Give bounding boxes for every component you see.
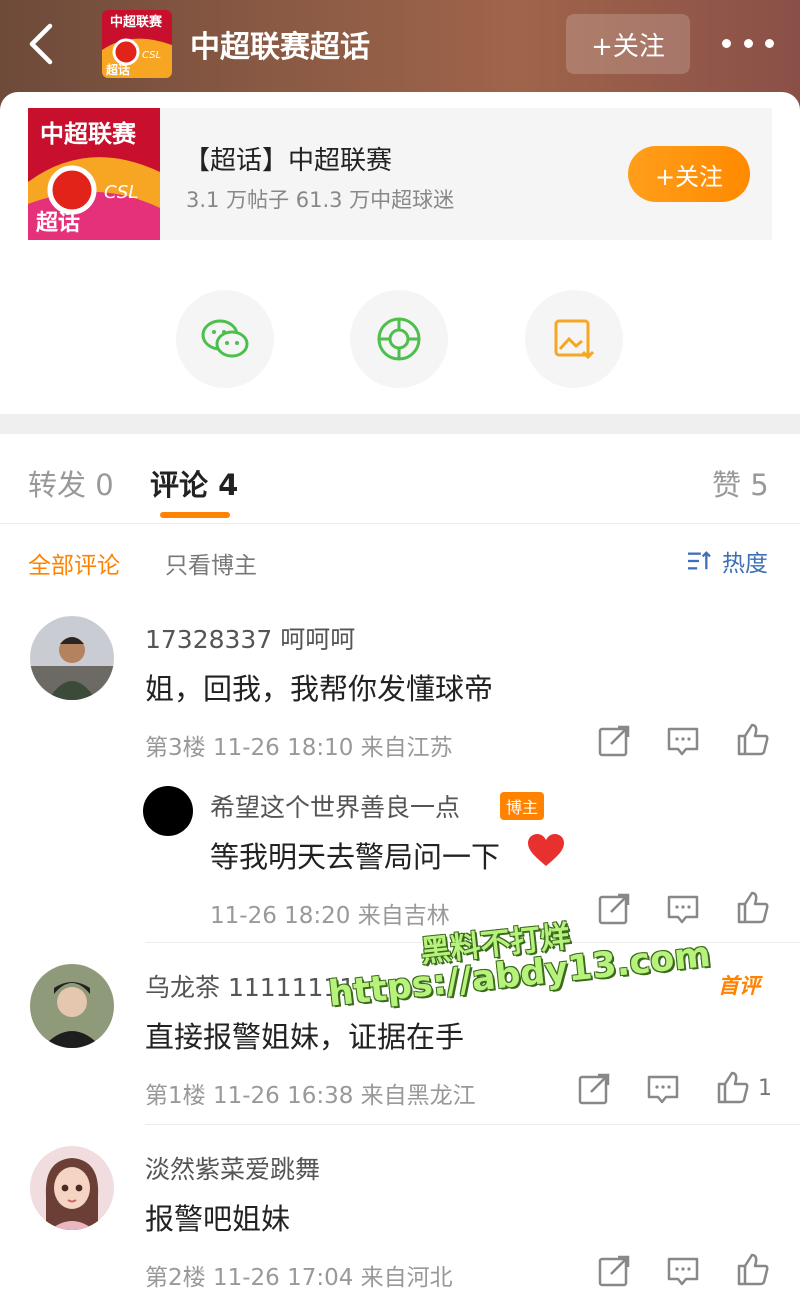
divider [145,942,800,943]
comment-username[interactable]: 乌龙茶 11111111 [145,968,355,1004]
like-icon[interactable] [736,890,770,924]
tab-likes[interactable]: 赞 5 [712,462,769,504]
logo-text: 超话 [105,62,130,77]
logo-text: CSL [142,50,161,61]
section-divider [0,414,800,434]
comment-text: 直接报警姐妹，证据在手 [145,1020,465,1054]
follow-button[interactable]: +关注 [628,146,750,202]
comment-meta: 第3楼 11-26 18:10 来自江苏 [145,735,453,761]
share-icon[interactable] [577,1072,611,1106]
logo-text: CSL [104,182,138,203]
avatar[interactable] [30,1146,114,1230]
comment-username[interactable]: 淡然紫菜爱跳舞 [145,1150,320,1186]
tab-reposts[interactable]: 转发 0 [28,462,114,504]
heart-emoji-icon [528,834,564,866]
share-icon[interactable] [597,1254,631,1288]
comment-icon[interactable] [666,892,700,926]
like-icon[interactable] [736,1252,770,1286]
first-comment-tag: 首评 [718,974,760,998]
tab-comments[interactable]: 评论 4 [150,462,238,504]
logo-text: 超话 [36,211,80,236]
like-icon[interactable] [736,722,770,756]
comment-icon[interactable] [666,724,700,758]
watermark-url: https://abdy13.com [326,934,713,1015]
comment-text: 姐，回我，我帮你发懂球帝 [145,672,494,706]
like-count: 1 [758,1076,772,1101]
comment-meta: 第1楼 11-26 16:38 来自黑龙江 [145,1083,476,1109]
topic-name: 【超话】中超联赛 [184,146,393,176]
logo-text: 中超联赛 [40,120,137,148]
filter-all-comments[interactable]: 全部评论 [28,546,120,580]
page-title: 中超联赛超话 [190,30,370,65]
share-icon[interactable] [597,724,631,758]
comment-icon[interactable] [666,1254,700,1288]
sort-by-hot[interactable]: 热度 [686,544,768,578]
reply-text: 等我明天去警局问一下 [210,840,501,874]
comment-icon[interactable] [646,1072,680,1106]
comment-username[interactable]: 17328337 呵呵呵 [145,620,355,656]
tab-active-indicator [160,512,230,518]
avatar[interactable] [143,786,193,836]
like-icon[interactable] [716,1070,750,1104]
follow-button-header[interactable]: +关注 [566,14,690,74]
wechat-icon [201,319,249,358]
back-arrow-icon[interactable] [22,22,62,66]
save-image-button[interactable] [525,290,623,388]
topic-box[interactable]: 中超联赛 CSL 超话 【超话】中超联赛 3.1 万帖子 61.3 万中超球迷 … [28,108,772,240]
owner-badge: 博主 [500,792,545,820]
reply-username[interactable]: 希望这个世界善良一点 [210,788,460,824]
logo-text: 中超联赛 [110,14,163,30]
share-moments-button[interactable] [350,290,448,388]
topic-card: 中超联赛 CSL 超话 【超话】中超联赛 3.1 万帖子 61.3 万中超球迷 … [0,92,800,414]
divider [145,1124,800,1125]
topic-stats: 3.1 万帖子 61.3 万中超球迷 [186,188,455,212]
comment-text: 报警吧姐妹 [145,1202,291,1236]
share-wechat-button[interactable] [176,290,274,388]
avatar[interactable] [30,964,114,1048]
divider [0,523,800,524]
sort-label: 热度 [722,551,768,577]
save-image-icon [554,319,595,360]
reply-meta: 11-26 18:20 来自吉林 [210,903,450,929]
topic-logo: 中超联赛 CSL 超话 [28,108,160,240]
moments-icon [377,317,421,361]
avatar[interactable] [30,616,114,700]
sort-icon [688,551,711,570]
comment-meta: 第2楼 11-26 17:04 来自河北 [145,1265,453,1291]
share-icon[interactable] [597,892,631,926]
filter-owner-only[interactable]: 只看博主 [165,546,257,580]
topic-logo-small: 中超联赛 CSL 超话 [102,10,172,78]
more-menu-icon[interactable] [722,30,774,56]
